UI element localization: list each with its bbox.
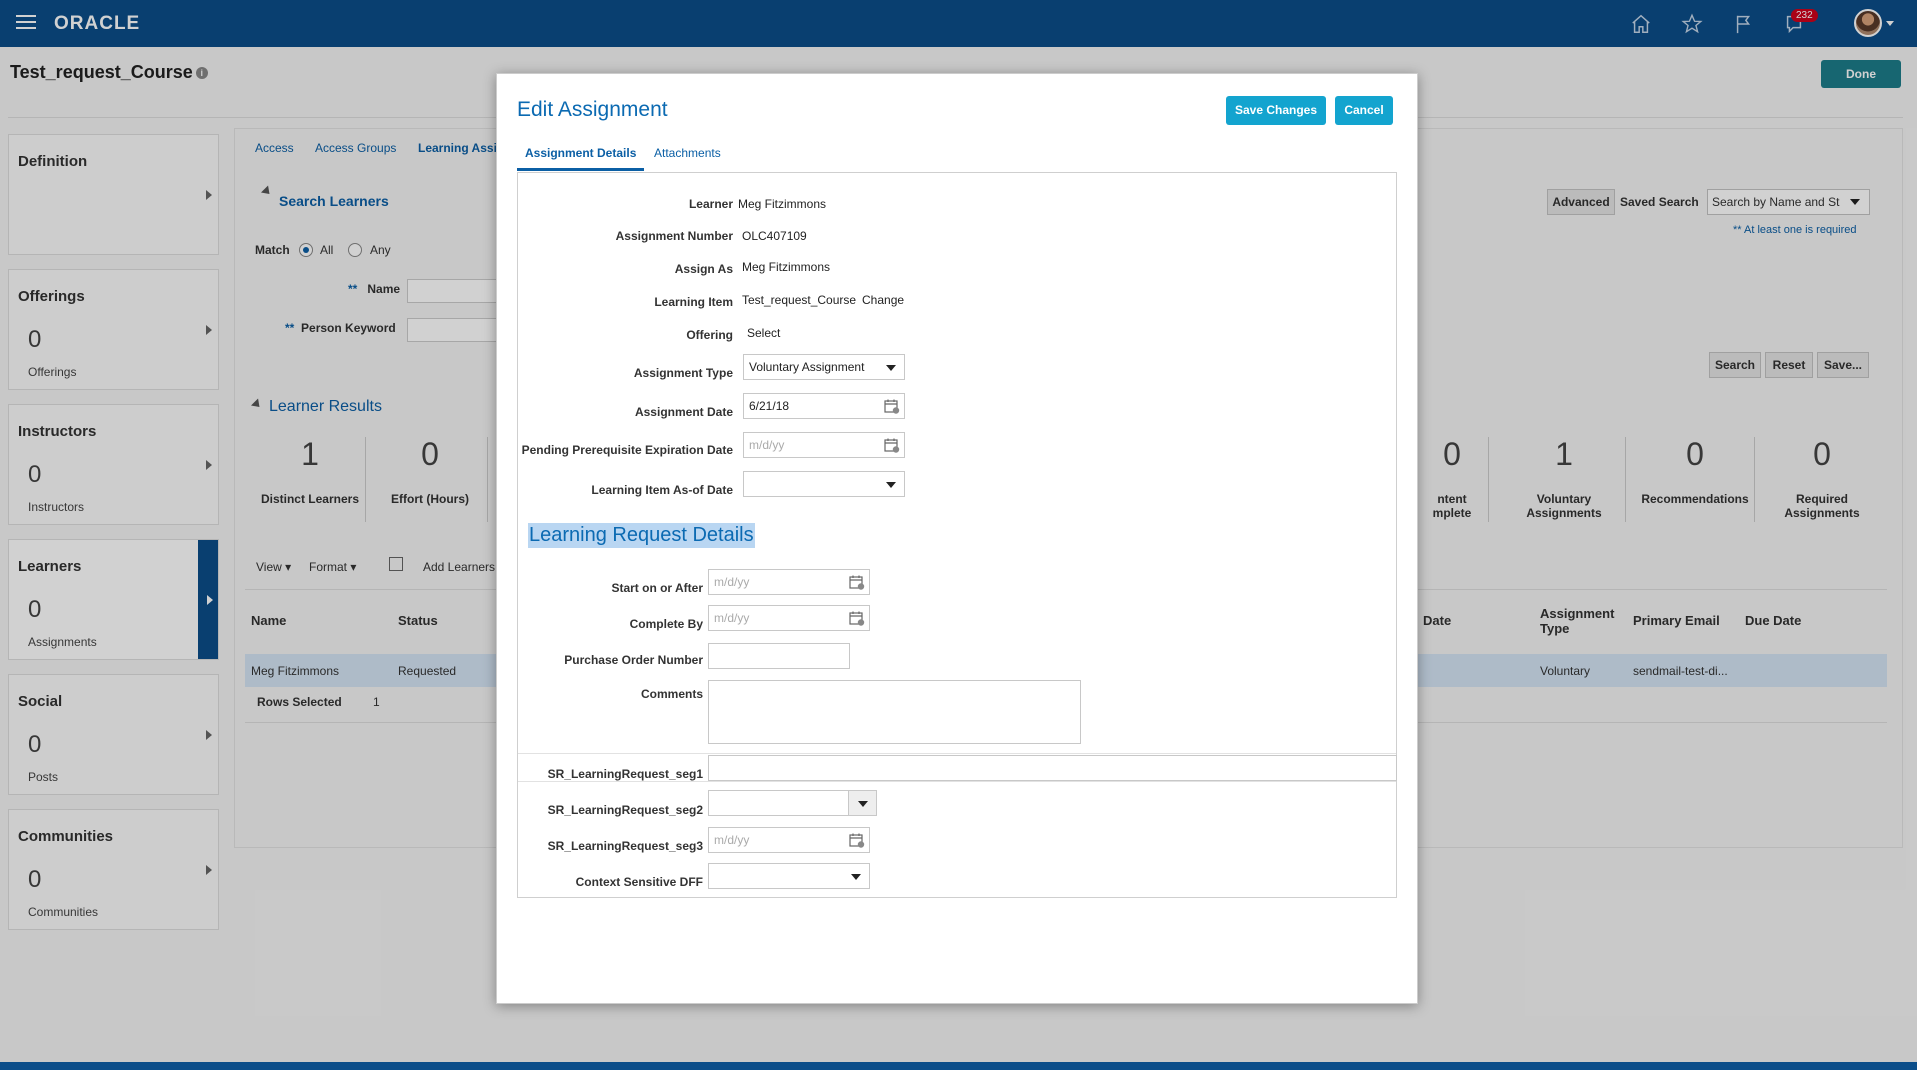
change-learning-item-link[interactable]: Change [862, 293, 904, 307]
learning-item-value: Test_request_Course [742, 293, 857, 307]
dff-label: Context Sensitive DFF [575, 875, 703, 889]
seg1-label: SR_LearningRequest_seg1 [547, 767, 703, 781]
tab-attachments[interactable]: Attachments [654, 146, 721, 168]
comments-label: Comments [640, 687, 703, 701]
date-placeholder: m/d/yy [714, 611, 750, 625]
complete-by-input[interactable]: m/d/yy [708, 605, 870, 631]
asof-date-select[interactable] [743, 471, 905, 497]
learning-item-label: Learning Item [654, 295, 733, 309]
chevron-down-icon [851, 874, 861, 880]
assignment-number-label: Assignment Number [615, 229, 733, 243]
calendar-icon[interactable] [849, 574, 865, 590]
comments-textarea[interactable] [708, 680, 1081, 744]
date-placeholder: m/d/yy [714, 575, 750, 589]
chevron-down-icon [858, 801, 868, 807]
calendar-icon[interactable] [849, 832, 865, 848]
bottom-strip [0, 1062, 1917, 1070]
asof-date-label: Learning Item As-of Date [591, 483, 733, 497]
dff-divider [518, 753, 1396, 754]
seg3-input[interactable]: m/d/yy [708, 827, 870, 853]
po-number-label: Purchase Order Number [564, 653, 703, 667]
learner-value: Meg Fitzimmons [738, 197, 827, 211]
select-offering-link[interactable]: Select [747, 326, 780, 340]
complete-by-label: Complete By [629, 617, 703, 631]
date-placeholder: m/d/yy [749, 438, 785, 452]
seg2-label: SR_LearningRequest_seg2 [547, 803, 703, 817]
chevron-down-icon [886, 365, 896, 371]
calendar-icon[interactable] [849, 610, 865, 626]
save-changes-button[interactable]: Save Changes [1226, 96, 1326, 125]
calendar-icon[interactable] [884, 437, 900, 453]
pending-expiration-input[interactable]: m/d/yy [743, 432, 905, 458]
date-placeholder: m/d/yy [714, 833, 750, 847]
assignment-number-value: OLC407109 [742, 229, 807, 243]
dialog-title: Edit Assignment [517, 98, 668, 121]
assignment-details-panel: Learner Meg Fitzimmons Assignment Number… [517, 172, 1397, 898]
assignment-type-label: Assignment Type [633, 366, 733, 380]
assignment-date-value: 6/21/18 [749, 399, 790, 413]
seg3-label: SR_LearningRequest_seg3 [547, 839, 703, 853]
dff-select[interactable] [708, 863, 870, 889]
assignment-type-value: Voluntary Assignment [749, 360, 865, 374]
assign-as-label: Assign As [674, 262, 733, 276]
offering-label: Offering [686, 328, 733, 342]
tab-assignment-details[interactable]: Assignment Details [517, 146, 645, 171]
chevron-down-icon [886, 482, 896, 488]
start-on-after-input[interactable]: m/d/yy [708, 569, 870, 595]
assignment-date-input[interactable]: 6/21/18 [743, 393, 905, 419]
cancel-button[interactable]: Cancel [1335, 96, 1393, 125]
seg2-select[interactable] [708, 790, 877, 816]
assignment-date-label: Assignment Date [634, 405, 733, 419]
assignment-type-select[interactable]: Voluntary Assignment [743, 354, 905, 380]
calendar-icon[interactable] [884, 398, 900, 414]
dff-divider [518, 781, 1396, 782]
learning-request-heading: Learning Request Details [528, 523, 755, 548]
edit-assignment-dialog: Edit Assignment Save Changes Cancel Assi… [496, 73, 1418, 1004]
seg1-input[interactable] [708, 755, 1397, 781]
learner-label: Learner [688, 197, 733, 211]
start-on-after-label: Start on or After [611, 581, 703, 595]
assign-as-value: Meg Fitzimmons [742, 260, 831, 274]
po-number-input[interactable] [708, 643, 850, 669]
pending-expiration-label: Pending Prerequisite Expiration Date [521, 443, 733, 457]
